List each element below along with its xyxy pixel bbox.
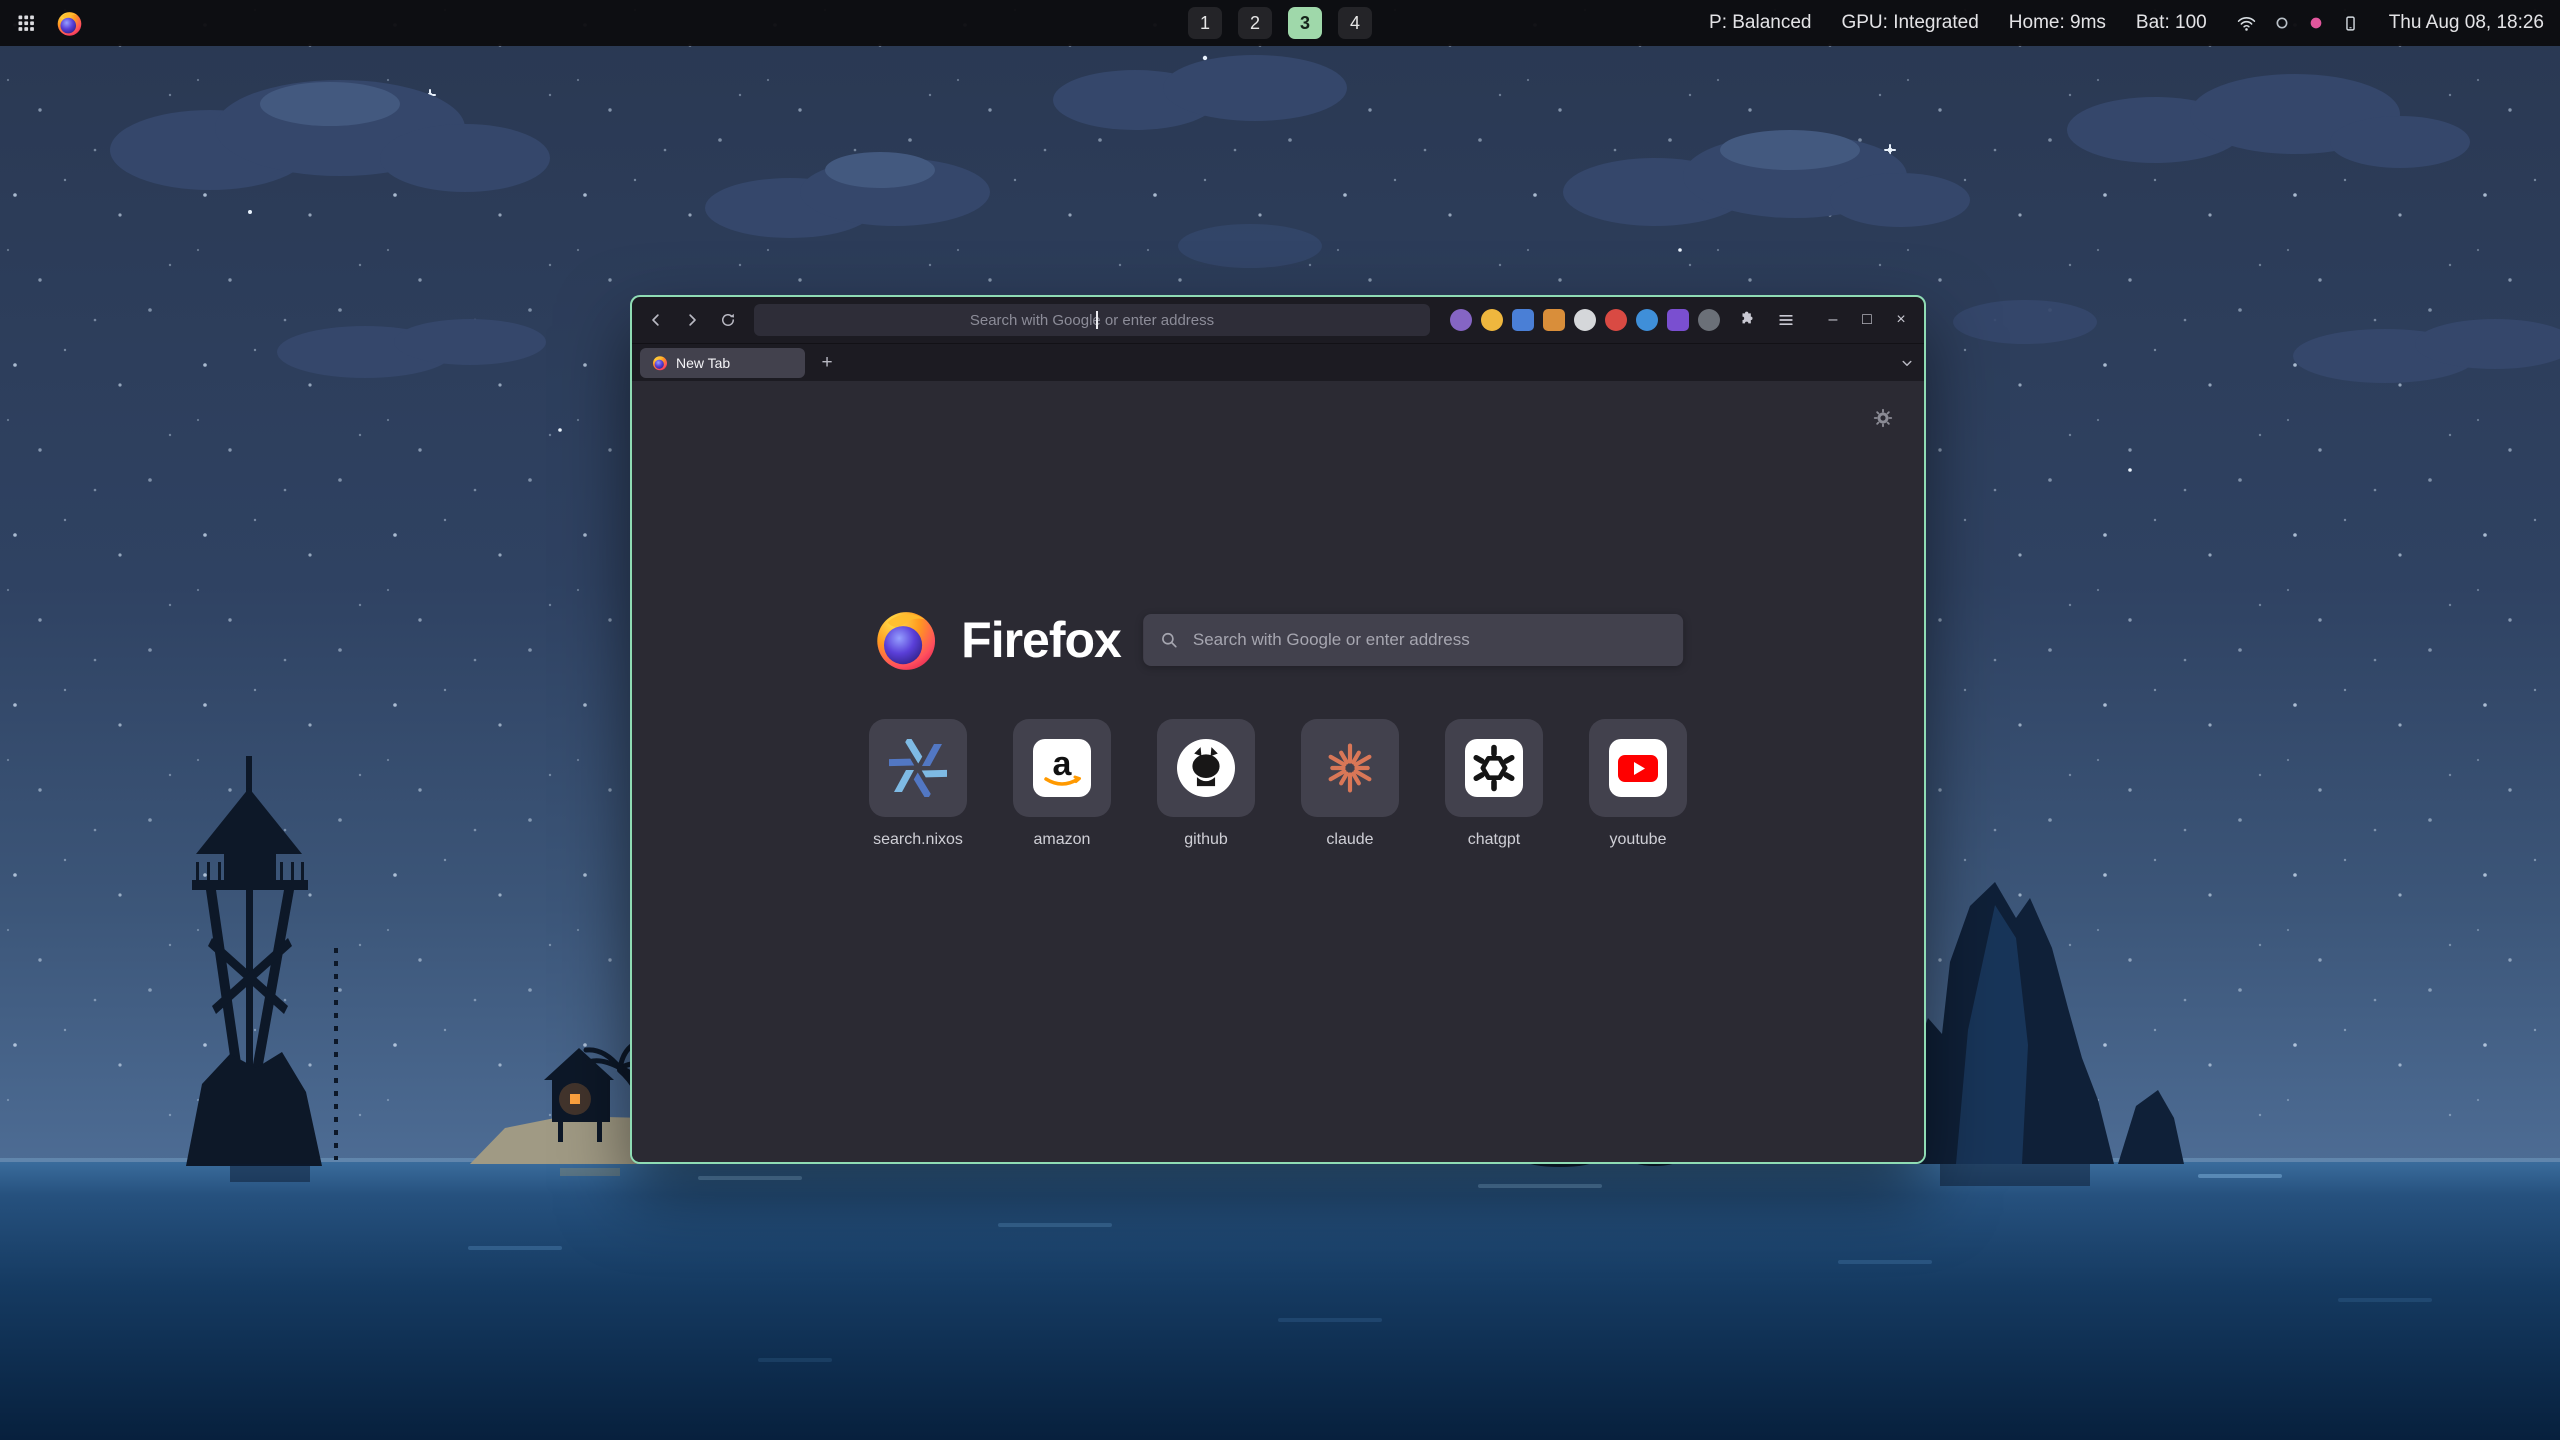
clock: Thu Aug 08, 18:26 [2389,12,2544,34]
github-octocat-icon [1177,739,1235,797]
hamburger-icon [1776,310,1796,330]
reload-button[interactable] [712,304,744,336]
shortcut-label: youtube [1610,831,1667,849]
extension-icon-5[interactable] [1574,309,1596,331]
gear-icon [1872,407,1894,429]
pink-dot-icon[interactable] [2308,15,2324,31]
shortcut-label: amazon [1034,831,1091,849]
shortcut-github[interactable]: github [1157,719,1255,849]
firefox-favicon [652,355,668,371]
gpu-module: GPU: Integrated [1841,12,1978,34]
ping-module: Home: 9ms [2009,12,2106,34]
workspace-button-3[interactable]: 3 [1288,7,1322,39]
extension-icon-8[interactable] [1667,309,1689,331]
shortcut-search-nixos[interactable]: search.nixos [869,719,967,849]
apps-grid-icon [16,13,36,33]
shortcut-label: chatgpt [1468,831,1520,849]
tab-new-tab[interactable]: New Tab [640,348,805,378]
firefox-icon [56,10,83,37]
chatgpt-knot-icon [1467,741,1521,795]
firefox-window: Search with Google or enter address – [630,295,1926,1164]
youtube-play-icon [1609,739,1667,797]
extension-icon-3[interactable] [1512,309,1534,331]
back-button[interactable] [640,304,672,336]
shortcut-label: search.nixos [873,831,963,849]
shortcut-label: github [1184,831,1228,849]
shortcut-chatgpt[interactable]: chatgpt [1445,719,1543,849]
battery-module: Bat: 100 [2136,12,2207,34]
amazon-icon: a [1033,739,1091,797]
newtab-search-bar[interactable] [1143,614,1683,666]
extension-icon-6[interactable] [1605,309,1627,331]
status-bar: 1 2 3 4 P: Balanced GPU: Integrated Home… [0,0,2560,46]
url-bar-placeholder: Search with Google or enter address [970,312,1214,329]
browser-toolbar: Search with Google or enter address – [632,297,1924,343]
extensions-puzzle-button[interactable] [1729,304,1761,336]
maximize-button[interactable]: □ [1852,305,1882,335]
menu-button[interactable] [1770,304,1802,336]
search-icon [1159,630,1179,650]
close-button[interactable]: × [1886,305,1916,335]
app-launcher-button[interactable] [16,13,36,33]
minimize-button[interactable]: – [1818,305,1848,335]
shortcut-claude[interactable]: claude [1301,719,1399,849]
extension-area [1450,304,1806,336]
extension-icon-1[interactable] [1450,309,1472,331]
extension-icon-9[interactable] [1698,309,1720,331]
personalize-gear-button[interactable] [1872,407,1894,429]
svg-text:a: a [1053,745,1073,783]
wifi-icon[interactable] [2237,14,2256,33]
new-tab-page: Firefox [632,381,1924,1162]
workspace-switcher: 1 2 3 4 [1188,0,1372,46]
firefox-launcher-button[interactable] [56,10,83,37]
workspace-button-1[interactable]: 1 [1188,7,1222,39]
shortcut-youtube[interactable]: youtube [1589,719,1687,849]
extension-icon-2[interactable] [1481,309,1503,331]
claude-starburst-icon [1323,741,1377,795]
shortcuts-row: search.nixos a amazon [869,719,1687,849]
firefox-wordmark: Firefox [961,611,1121,669]
tab-title: New Tab [676,355,730,371]
newtab-search-input[interactable] [1191,629,1667,651]
forward-button[interactable] [676,304,708,336]
shortcut-label: claude [1326,831,1373,849]
tab-bar: New Tab + [632,343,1924,381]
tablet-device-icon[interactable] [2342,15,2359,32]
ring-status-icon[interactable] [2274,15,2290,31]
new-tab-button[interactable]: + [813,349,841,377]
extension-icon-4[interactable] [1543,309,1565,331]
extension-icon-7[interactable] [1636,309,1658,331]
url-bar[interactable]: Search with Google or enter address [754,304,1430,336]
power-profile-module: P: Balanced [1709,12,1811,34]
window-controls: – □ × [1818,305,1916,335]
firefox-logo [873,607,939,673]
workspace-button-2[interactable]: 2 [1238,7,1272,39]
nixos-snowflake-icon [889,739,947,797]
workspace-button-4[interactable]: 4 [1338,7,1372,39]
text-caret [1096,311,1098,329]
list-all-tabs-button[interactable] [1898,354,1916,372]
shortcut-amazon[interactable]: a amazon [1013,719,1111,849]
